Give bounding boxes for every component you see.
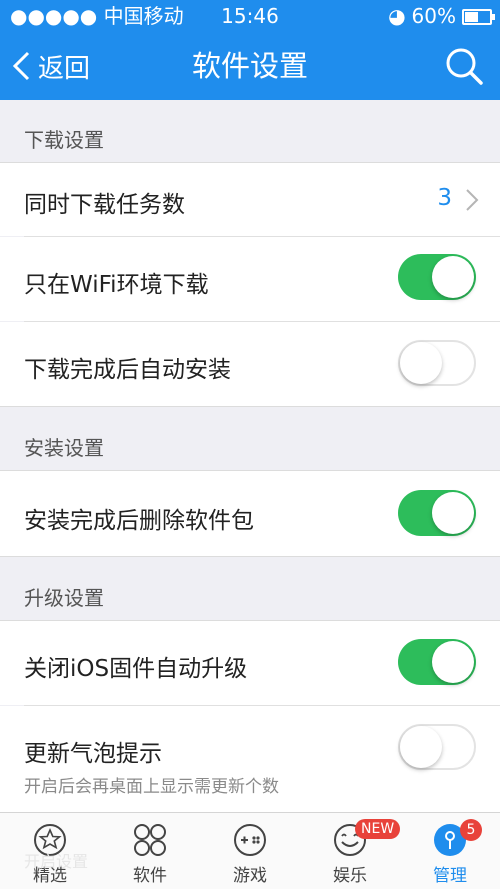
tab-entertainment[interactable]: NEW 娱乐 (300, 813, 401, 889)
concurrent-tasks-row[interactable]: 同时下载任务数 3 (0, 163, 500, 236)
section-upgrade-title: 升级设置 (24, 586, 104, 610)
battery-percent: 60% (411, 4, 456, 28)
disable-ios-upgrade-row: 关闭iOS固件自动升级 (0, 621, 500, 705)
wifi-only-toggle[interactable] (398, 254, 476, 300)
auto-install-row: 下载完成后自动安装 (0, 322, 500, 406)
top-bar: ●●●●● 中国移动 15:46 ◕ 60% 返回 软件设置 (0, 0, 500, 100)
toggle-knob (432, 256, 474, 298)
wifi-only-row: 只在WiFi环境下载 (0, 237, 500, 321)
toggle-knob (400, 726, 442, 768)
clock-icon: ◕ (388, 4, 406, 28)
divider (0, 406, 500, 407)
tab-manage[interactable]: 5 管理 (400, 813, 500, 889)
toggle-knob (432, 492, 474, 534)
toggle-knob (432, 641, 474, 683)
delete-package-label: 安装完成后删除软件包 (24, 508, 254, 534)
delete-package-toggle[interactable] (398, 490, 476, 536)
status-right: ◕ 60% (388, 0, 495, 32)
tab-label: 软件 (133, 866, 167, 886)
concurrent-tasks-label: 同时下载任务数 (24, 192, 185, 218)
update-bubble-row: 更新气泡提示 开启后会再桌面上显示需更新个数 (0, 706, 500, 812)
tab-label: 游戏 (233, 866, 267, 886)
page-title: 软件设置 (191, 49, 308, 83)
count-badge: 5 (460, 819, 482, 841)
gamepad-icon (234, 824, 266, 856)
new-badge: NEW (355, 819, 401, 839)
disable-ios-upgrade-label: 关闭iOS固件自动升级 (24, 656, 248, 682)
chevron-right-icon (466, 189, 479, 211)
ghost-text: 开启设置 (24, 852, 89, 871)
update-bubble-toggle[interactable] (398, 724, 476, 770)
search-icon[interactable] (444, 46, 484, 86)
wifi-only-label: 只在WiFi环境下载 (24, 272, 209, 298)
tab-games[interactable]: 游戏 (200, 813, 300, 889)
update-bubble-label: 更新气泡提示 (24, 741, 162, 767)
auto-install-toggle[interactable] (398, 340, 476, 386)
update-bubble-subtitle: 开启后会再桌面上显示需更新个数 (24, 777, 279, 797)
grid-icon (134, 824, 166, 856)
disable-ios-upgrade-toggle[interactable] (398, 639, 476, 685)
section-download-title: 下载设置 (24, 128, 104, 152)
concurrent-tasks-value: 3 (437, 185, 452, 211)
battery-fill (465, 12, 479, 22)
nav-bar: 返回 软件设置 (0, 32, 500, 100)
divider (0, 556, 500, 557)
battery-icon (462, 9, 495, 25)
delete-package-row: 安装完成后删除软件包 (0, 471, 500, 556)
section-install-title: 安装设置 (24, 436, 104, 460)
toggle-knob (400, 342, 442, 384)
auto-install-label: 下载完成后自动安装 (24, 357, 231, 383)
status-bar: ●●●●● 中国移动 15:46 ◕ 60% (0, 0, 500, 32)
tab-label: 管理 (433, 866, 467, 886)
tab-software[interactable]: 软件 (100, 813, 200, 889)
tab-label: 娱乐 (333, 866, 367, 886)
